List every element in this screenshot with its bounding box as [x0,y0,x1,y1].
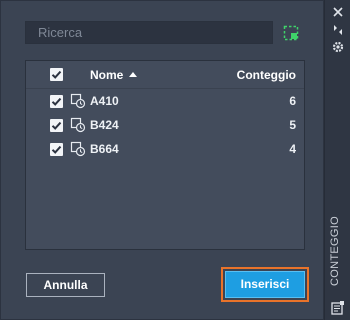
properties-icon[interactable] [330,300,346,316]
list-item[interactable]: B664 4 [26,137,304,161]
row-block-name: B424 [90,118,119,132]
select-all-checkbox[interactable] [50,68,63,81]
row-block-name: A410 [90,94,119,108]
row-count: 4 [289,142,296,156]
sort-ascending-icon [129,72,137,77]
dashed-selection-icon[interactable] [282,24,300,42]
column-header-count[interactable]: Conteggio [237,68,296,82]
search-input[interactable] [38,22,258,43]
block-icon [70,93,86,109]
row-checkbox[interactable] [50,143,63,156]
palette-title: CONTEGGIO [329,216,341,286]
block-icon [70,141,86,157]
column-header-name[interactable]: Nome [90,68,123,82]
palette-side-strip: CONTEGGIO [324,0,350,320]
row-count: 5 [289,118,296,132]
row-checkbox[interactable] [50,95,63,108]
row-count: 6 [289,94,296,108]
search-field[interactable] [25,21,273,44]
close-icon[interactable] [330,4,346,20]
list-item[interactable]: A410 6 [26,89,304,113]
list-item[interactable]: B424 5 [26,113,304,137]
blocks-list: Nome Conteggio A410 6 B424 5 B664 4 [25,60,305,250]
cancel-button[interactable]: Annulla [26,273,105,297]
insert-button[interactable]: Inserisci [225,271,305,298]
row-checkbox[interactable] [50,119,63,132]
settings-icon[interactable] [330,39,346,55]
auto-hide-icon[interactable] [330,22,346,38]
row-block-name: B664 [90,142,119,156]
block-icon [70,117,86,133]
count-palette-window: Nome Conteggio A410 6 [0,0,350,320]
list-header: Nome Conteggio [26,61,304,89]
